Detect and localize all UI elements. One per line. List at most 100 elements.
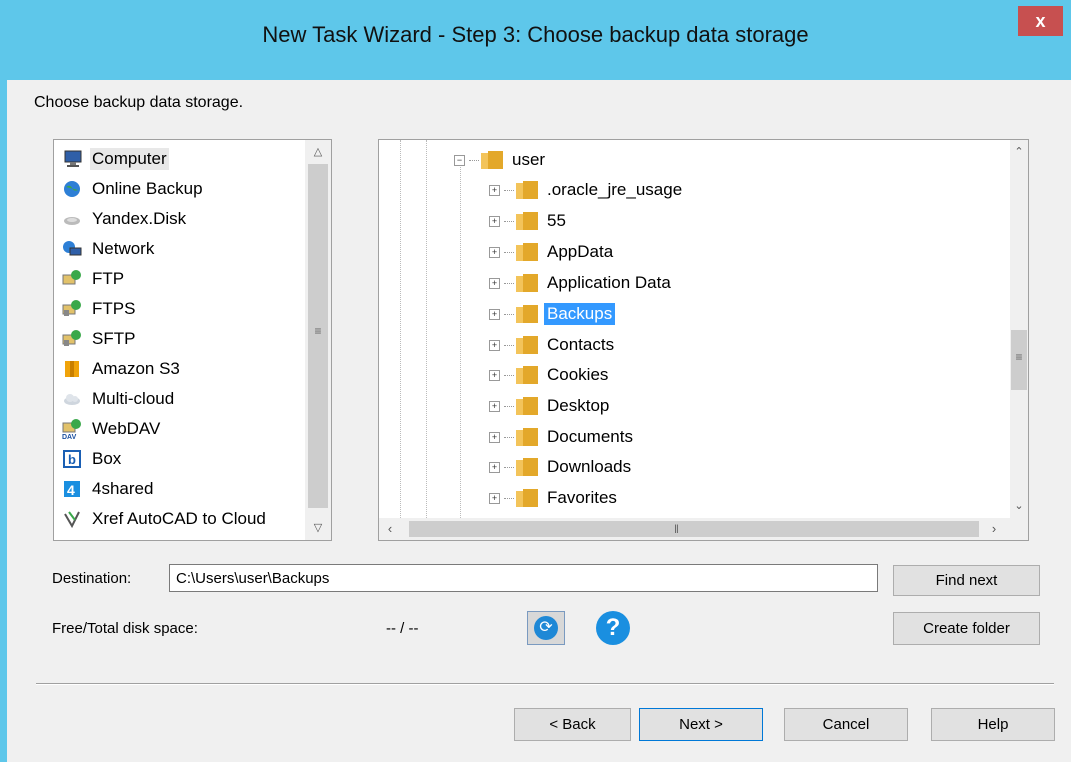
folder-icon bbox=[516, 489, 538, 507]
disk-space-value: -- / -- bbox=[386, 620, 419, 637]
storage-item-xref-autocad[interactable]: Xref AutoCAD to Cloud bbox=[54, 504, 268, 534]
folder-icon bbox=[516, 181, 538, 199]
expand-icon[interactable]: + bbox=[489, 308, 500, 320]
expand-icon[interactable]: + bbox=[489, 492, 500, 504]
find-next-button[interactable]: Find next bbox=[893, 565, 1040, 596]
folder-icon bbox=[481, 151, 503, 169]
create-folder-button[interactable]: Create folder bbox=[893, 612, 1040, 645]
ftp-icon bbox=[62, 269, 82, 289]
grip-icon: ≡ bbox=[314, 324, 322, 338]
storage-item-yandex-disk[interactable]: Yandex.Disk bbox=[54, 204, 188, 234]
sftp-icon bbox=[62, 329, 82, 349]
scrollbar-thumb[interactable] bbox=[409, 521, 979, 537]
tree-node[interactable]: +55 bbox=[489, 208, 569, 234]
collapse-icon[interactable]: − bbox=[454, 154, 465, 166]
separator bbox=[36, 683, 1054, 685]
tree-node[interactable]: + Cookies bbox=[489, 362, 611, 388]
network-icon bbox=[62, 239, 82, 259]
expand-icon[interactable]: + bbox=[489, 184, 500, 196]
storage-item-amazon-s3[interactable]: Amazon S3 bbox=[54, 354, 182, 384]
close-button[interactable]: x bbox=[1018, 6, 1063, 36]
folder-icon bbox=[516, 458, 538, 476]
help-button[interactable]: Help bbox=[931, 708, 1055, 741]
tree-guide-line bbox=[400, 140, 401, 518]
storage-item-online-backup[interactable]: Online Backup bbox=[54, 174, 205, 204]
folder-tree[interactable]: − user + .oracle_jre_usage +55 + AppData +… bbox=[378, 139, 1029, 541]
title-bar: New Task Wizard - Step 3: Choose backup … bbox=[0, 0, 1071, 80]
box-icon: b bbox=[62, 449, 82, 469]
folder-icon bbox=[516, 243, 538, 261]
ftps-icon bbox=[62, 299, 82, 319]
4shared-icon: 4 bbox=[62, 479, 82, 499]
window-title: New Task Wizard - Step 3: Choose backup … bbox=[262, 22, 809, 47]
grip-icon: ‖ bbox=[674, 522, 679, 536]
storage-item-ftps[interactable]: FTPS bbox=[54, 294, 137, 324]
svg-text:4: 4 bbox=[67, 482, 75, 498]
scroll-up-arrow-icon[interactable]: ⌃ bbox=[1010, 140, 1028, 164]
amazon-s3-icon bbox=[62, 359, 82, 379]
storage-item-4shared[interactable]: 4 4shared bbox=[54, 474, 155, 504]
destination-label: Destination: bbox=[52, 570, 132, 587]
refresh-button[interactable]: ⟳ bbox=[527, 611, 565, 645]
tree-node-user[interactable]: − user bbox=[454, 147, 548, 173]
globe-icon bbox=[62, 179, 82, 199]
folder-icon bbox=[516, 336, 538, 354]
scroll-down-arrow-icon[interactable]: ▽ bbox=[305, 516, 331, 540]
tree-horizontal-scrollbar[interactable]: ‹ ‖ › bbox=[379, 518, 1010, 540]
storage-type-list[interactable]: Computer Online Backup Yandex.Disk Netwo… bbox=[53, 139, 332, 541]
expand-icon[interactable]: + bbox=[489, 339, 500, 351]
folder-icon bbox=[516, 366, 538, 384]
expand-icon[interactable]: + bbox=[489, 369, 500, 381]
expand-icon[interactable]: + bbox=[489, 277, 500, 289]
tree-node[interactable]: + Application Data bbox=[489, 270, 674, 296]
destination-input[interactable]: C:\Users\user\Backups bbox=[169, 564, 878, 592]
tree-node[interactable]: + Downloads bbox=[489, 454, 634, 480]
next-button[interactable]: Next > bbox=[639, 708, 763, 741]
folder-icon bbox=[516, 305, 538, 323]
scroll-left-arrow-icon[interactable]: ‹ bbox=[379, 518, 401, 540]
folder-icon bbox=[516, 428, 538, 446]
back-button[interactable]: < Back bbox=[514, 708, 631, 741]
svg-text:b: b bbox=[68, 452, 76, 467]
tree-guide-line bbox=[426, 140, 427, 518]
scroll-up-arrow-icon[interactable]: △ bbox=[305, 140, 331, 164]
folder-icon bbox=[516, 397, 538, 415]
tree-node[interactable]: + Favorites bbox=[489, 485, 620, 511]
storage-item-box[interactable]: b Box bbox=[54, 444, 123, 474]
expand-icon[interactable]: + bbox=[489, 461, 500, 473]
storage-item-webdav[interactable]: DAV WebDAV bbox=[54, 414, 162, 444]
cancel-button[interactable]: Cancel bbox=[784, 708, 908, 741]
storage-item-computer[interactable]: Computer bbox=[54, 144, 169, 174]
tree-node[interactable]: + Contacts bbox=[489, 332, 617, 358]
expand-icon[interactable]: + bbox=[489, 400, 500, 412]
grip-icon: ≡ bbox=[1015, 350, 1023, 364]
tree-node[interactable]: + Documents bbox=[489, 424, 636, 450]
storage-list-scrollbar[interactable]: △ ≡ ▽ bbox=[305, 140, 331, 540]
expand-icon[interactable]: + bbox=[489, 431, 500, 443]
svg-text:DAV: DAV bbox=[62, 434, 77, 439]
cloud-icon bbox=[62, 389, 82, 409]
tree-vertical-scrollbar[interactable]: ⌃ ≡ ⌄ bbox=[1010, 140, 1028, 518]
storage-item-multi-cloud[interactable]: Multi-cloud bbox=[54, 384, 176, 414]
scroll-down-arrow-icon[interactable]: ⌄ bbox=[1010, 494, 1028, 518]
tree-node[interactable]: + AppData bbox=[489, 239, 616, 265]
expand-icon[interactable]: + bbox=[489, 215, 500, 227]
webdav-icon: DAV bbox=[62, 419, 82, 439]
storage-item-sftp[interactable]: SFTP bbox=[54, 324, 137, 354]
tree-node[interactable]: + Desktop bbox=[489, 393, 612, 419]
help-icon[interactable]: ? bbox=[596, 611, 630, 645]
scroll-right-arrow-icon[interactable]: › bbox=[983, 518, 1005, 540]
refresh-icon: ⟳ bbox=[534, 616, 558, 640]
tree-node-selected[interactable]: + Backups bbox=[489, 301, 616, 327]
scrollbar-corner bbox=[1010, 518, 1028, 540]
storage-item-network[interactable]: Network bbox=[54, 234, 156, 264]
folder-icon bbox=[516, 274, 538, 292]
expand-icon[interactable]: + bbox=[489, 246, 500, 258]
tree-node[interactable]: + .oracle_jre_usage bbox=[489, 177, 685, 203]
folder-icon bbox=[516, 212, 538, 230]
disk-space-label: Free/Total disk space: bbox=[52, 620, 198, 637]
storage-item-ftp[interactable]: FTP bbox=[54, 264, 126, 294]
wizard-body: Choose backup data storage. Computer Onl… bbox=[7, 80, 1071, 762]
yandex-disk-icon bbox=[62, 209, 82, 229]
instruction-text: Choose backup data storage. bbox=[34, 94, 244, 111]
